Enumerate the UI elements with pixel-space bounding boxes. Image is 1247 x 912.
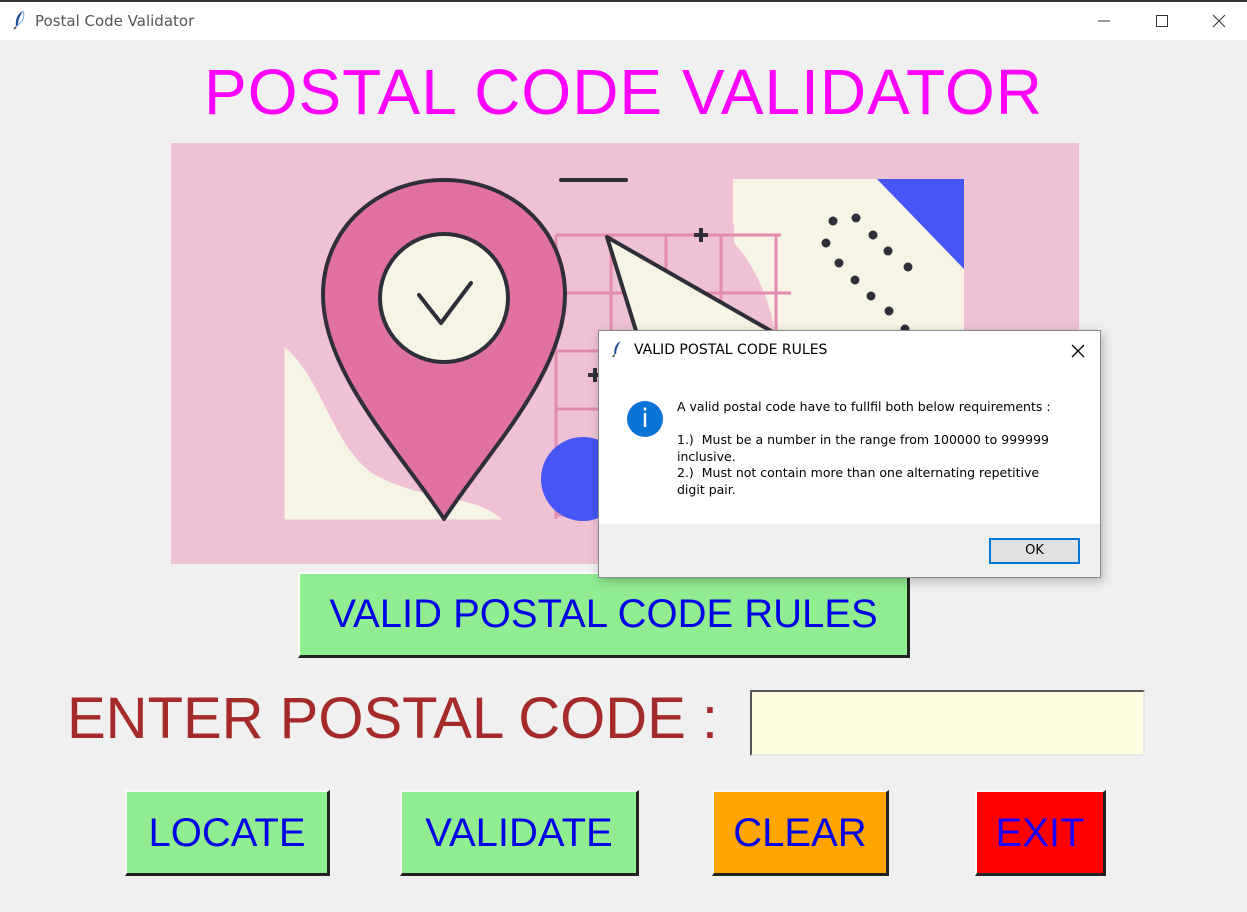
minimize-icon xyxy=(1098,20,1110,22)
rules-button[interactable]: VALID POSTAL CODE RULES xyxy=(298,572,910,658)
close-icon xyxy=(1212,14,1226,28)
dialog-close-button[interactable] xyxy=(1062,336,1094,364)
ok-button[interactable]: OK xyxy=(989,538,1080,564)
close-icon xyxy=(1071,344,1085,358)
dialog-title: VALID POSTAL CODE RULES xyxy=(634,342,828,358)
feather-icon xyxy=(612,341,621,358)
maximize-button[interactable] xyxy=(1133,2,1191,40)
pin-inner-circle xyxy=(378,232,510,364)
plus-mark xyxy=(694,228,708,242)
validate-button[interactable]: VALIDATE xyxy=(400,790,639,876)
window-title: Postal Code Validator xyxy=(35,12,195,30)
rules-dialog: VALID POSTAL CODE RULES i A valid postal… xyxy=(598,330,1101,578)
dialog-message: A valid postal code have to fullfil both… xyxy=(677,399,1051,497)
app-heading: POSTAL CODE VALIDATOR xyxy=(204,56,1043,128)
enter-postal-code-label: ENTER POSTAL CODE : xyxy=(67,686,718,751)
feather-icon xyxy=(13,10,25,30)
close-button[interactable] xyxy=(1190,2,1247,40)
info-icon: i xyxy=(627,401,663,437)
locate-button[interactable]: LOCATE xyxy=(125,790,330,876)
maximize-icon xyxy=(1156,15,1168,27)
minimize-button[interactable] xyxy=(1075,2,1133,40)
title-bar: Postal Code Validator xyxy=(0,2,1247,40)
exit-button[interactable]: EXIT xyxy=(975,790,1106,876)
postal-code-input[interactable] xyxy=(750,690,1145,756)
dialog-footer: OK xyxy=(599,524,1100,577)
clear-button[interactable]: CLEAR xyxy=(712,790,889,876)
